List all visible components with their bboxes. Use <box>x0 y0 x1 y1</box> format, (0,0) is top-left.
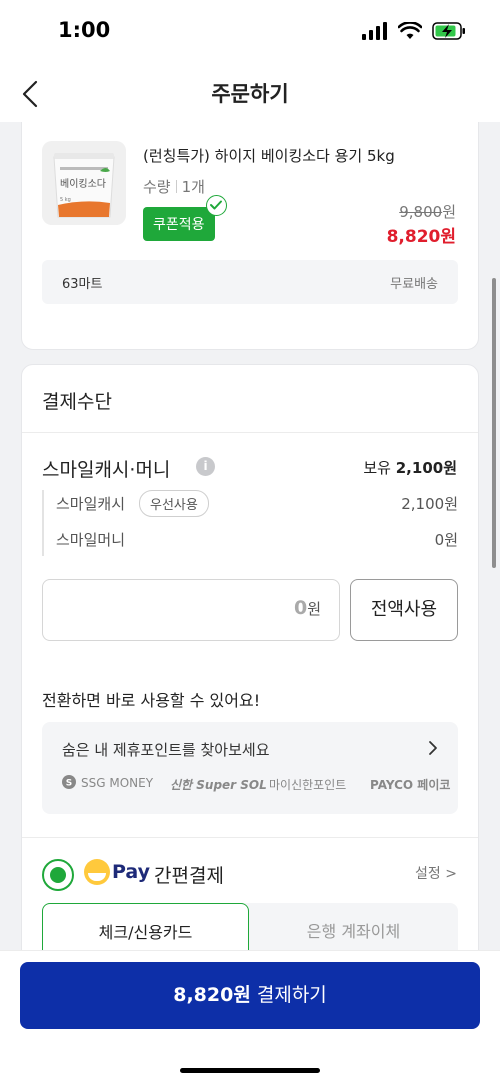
order-content[interactable]: 베이킹소다 5 kg (런칭특가) 하이지 베이킹소다 용기 5kg 수량 1개 … <box>0 122 500 954</box>
product-image: 베이킹소다 5 kg <box>42 141 126 225</box>
use-amount-value: 0원 <box>294 597 321 619</box>
status-time: 1:00 <box>58 18 111 42</box>
smile-pay-brand: Pay <box>112 861 151 883</box>
product-quantity: 수량 1개 <box>143 176 205 197</box>
coupon-applied-badge: 쿠폰적용 <box>143 207 215 241</box>
checkout-bar: 8,820원 결제하기 <box>0 950 500 1082</box>
payment-method-card: 결제수단 스마일캐시·머니 i 보유 2,100원 스마일캐시 우선사용 2,1… <box>21 364 479 954</box>
product-name: (런칭특가) 하이지 베이킹소다 용기 5kg <box>143 147 395 165</box>
quantity-divider <box>175 180 177 193</box>
sale-price: 8,820원 <box>386 227 456 247</box>
svg-text:S: S <box>66 779 72 789</box>
smile-cash-row: 스마일캐시 우선사용 2,100원 <box>56 490 458 517</box>
seller-name: 63마트 <box>62 277 103 292</box>
payment-type-tabs: 체크/신용카드 은행 계좌이체 <box>42 903 458 954</box>
brand-ssg-money: SSG MONEY <box>81 776 154 790</box>
partner-points-banner[interactable]: 숨은 내 제휴포인트를 찾아보세요 S SSG MONEY 신한 Super S… <box>42 722 458 814</box>
priority-use-pill: 우선사용 <box>139 490 209 517</box>
product-card: 베이킹소다 5 kg (런칭특가) 하이지 베이킹소다 용기 5kg 수량 1개 … <box>21 122 479 350</box>
chevron-right-icon <box>426 740 440 756</box>
original-price-unit: 원 <box>442 203 456 221</box>
convert-notice: 전환하면 바로 사용할 수 있어요! <box>42 691 261 710</box>
brand-shinhan-supersol: 신한 Super SOL <box>170 778 267 792</box>
settings-link[interactable]: 설정 > <box>415 863 457 883</box>
info-icon[interactable]: i <box>196 457 215 476</box>
smile-cash-money-title: 스마일캐시·머니 <box>42 459 171 481</box>
original-price: 9,800원 <box>399 201 456 222</box>
brand-payco: PAYCO 페이코 <box>370 778 451 792</box>
status-bar: 1:00 <box>0 0 500 66</box>
easy-pay-radio[interactable] <box>42 859 74 891</box>
tab-bank-transfer[interactable]: 은행 계좌이체 <box>249 903 458 954</box>
quantity-value: 1개 <box>181 178 205 196</box>
use-amount-number: 0 <box>293 597 308 619</box>
home-indicator <box>180 1068 320 1073</box>
signal-icon <box>362 22 387 40</box>
section-divider <box>22 837 478 838</box>
partner-points-text: 숨은 내 제휴포인트를 찾아보세요 <box>62 741 270 759</box>
scrollbar[interactable] <box>492 278 496 568</box>
use-all-button[interactable]: 전액사용 <box>350 579 458 641</box>
balance-breakdown: 스마일캐시 우선사용 2,100원 스마일머니 0원 <box>42 490 458 556</box>
nav-bar: 주문하기 <box>0 66 500 122</box>
holding-balance: 보유 2,100원 <box>363 457 457 478</box>
status-icons <box>362 22 466 40</box>
checkout-label: 결제하기 <box>256 984 327 1006</box>
page-title: 주문하기 <box>211 82 289 106</box>
brand-my-shinhan-point: 마이신한포인트 <box>269 778 347 792</box>
smile-money-row: 스마일머니 0원 <box>56 526 458 552</box>
baking-soda-tub-image: 베이킹소다 5 kg <box>42 141 126 225</box>
easy-pay-label: 간편결제 <box>154 865 224 887</box>
smile-pay-logo-icon <box>84 859 110 885</box>
shipping-fee: 무료배송 <box>390 277 438 292</box>
checkout-button[interactable]: 8,820원 결제하기 <box>20 962 480 1029</box>
smile-money-label: 스마일머니 <box>56 531 126 549</box>
use-amount-unit: 원 <box>307 600 321 618</box>
use-amount-input[interactable]: 0원 <box>42 579 340 641</box>
tab-credit-card[interactable]: 체크/신용카드 <box>42 903 249 954</box>
holding-label: 보유 <box>363 459 391 477</box>
shipping-info: 63마트 무료배송 <box>42 260 458 304</box>
image-weight-text: 5 kg <box>60 197 71 203</box>
battery-charging-icon <box>432 22 465 40</box>
payment-section-title: 결제수단 <box>42 391 112 413</box>
partner-brands: S SSG MONEY 신한 Super SOL 마이신한포인트 PAYCO 페… <box>62 774 458 794</box>
smile-money-value: 0원 <box>434 531 458 549</box>
check-circle-icon <box>206 195 227 216</box>
holding-amount: 2,100원 <box>395 459 457 477</box>
image-label-text: 베이킹소다 <box>60 178 106 190</box>
ssg-logo-icon: S <box>62 775 76 789</box>
quantity-label: 수량 <box>143 178 171 196</box>
smile-cash-label: 스마일캐시 <box>56 495 126 513</box>
checkout-amount: 8,820원 <box>173 984 251 1006</box>
original-price-value: 9,800 <box>399 203 443 221</box>
smile-cash-value: 2,100원 <box>401 495 458 513</box>
payment-header: 결제수단 <box>22 365 478 433</box>
wifi-icon <box>398 22 422 39</box>
